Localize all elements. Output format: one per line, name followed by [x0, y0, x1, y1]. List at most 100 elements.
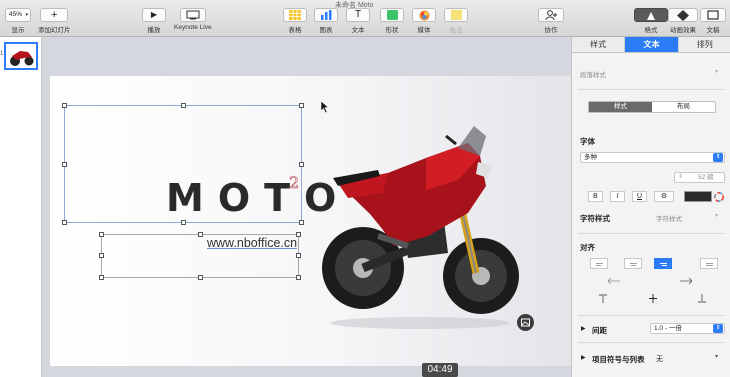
slide-number: 1	[0, 51, 4, 57]
justify-button[interactable]	[700, 258, 718, 269]
chevron-down-icon: ▾	[715, 69, 719, 75]
resize-handle[interactable]	[62, 220, 67, 225]
resize-handle[interactable]	[181, 220, 186, 225]
comment-button[interactable]: 批注	[444, 8, 468, 34]
document-label: 文稿	[706, 27, 720, 34]
align-bottom-icon[interactable]	[698, 294, 706, 303]
resize-handle[interactable]	[299, 103, 304, 108]
paragraph-style-label: 段落样式	[580, 72, 606, 79]
font-header: 字体	[580, 137, 595, 146]
resize-handle[interactable]	[99, 275, 104, 280]
color-wheel-icon[interactable]	[714, 192, 724, 202]
align-middle-icon[interactable]	[649, 294, 657, 303]
document-button[interactable]: 文稿	[700, 8, 726, 34]
font-family-popup[interactable]: 多种 ⇕	[580, 152, 725, 163]
play-label: 播放	[147, 27, 161, 34]
paintbrush-icon	[647, 12, 655, 20]
media-button[interactable]: 媒体	[412, 8, 436, 34]
tab-arrange[interactable]: 排列	[678, 37, 730, 52]
text-icon: T	[354, 9, 362, 20]
format-inspector: 样式 文本 排列 段落样式 ▾ 样式 布局 字体 多种 ⇕ 52 磅 ⇕ B I…	[571, 37, 730, 377]
chevron-updown-icon: ⇕	[713, 153, 723, 162]
play-button[interactable]: ▶ 播放	[142, 8, 166, 34]
chevron-updown-icon: ⇕	[713, 324, 723, 333]
resize-handle[interactable]	[62, 162, 67, 167]
zoom-control[interactable]: 45% ▾ 显示	[5, 8, 31, 34]
resize-handle[interactable]	[296, 253, 301, 258]
add-slide-button[interactable]: + 添加幻灯片	[38, 8, 71, 34]
slide-navigator: 1	[0, 37, 42, 377]
resize-handle[interactable]	[181, 103, 186, 108]
resize-handle[interactable]	[99, 232, 104, 237]
increase-indent-icon[interactable]	[680, 277, 692, 285]
chevron-down-icon: ▾	[715, 213, 719, 219]
resize-handle[interactable]	[62, 103, 67, 108]
tab-text[interactable]: 文本	[625, 37, 679, 52]
segment-style[interactable]: 样式	[589, 102, 652, 112]
character-style-popup[interactable]: 字符样式	[656, 213, 682, 223]
collaborate-button[interactable]: 协作	[538, 8, 564, 34]
media-label: 媒体	[417, 27, 431, 34]
segment-layout[interactable]: 布局	[652, 102, 715, 112]
italic-button[interactable]: I	[610, 191, 625, 202]
font-size-field[interactable]: 52 磅 ⇕	[674, 172, 725, 183]
keynote-live-button[interactable]: Keynote Live	[174, 8, 212, 31]
underline-button[interactable]: U	[632, 191, 647, 202]
resize-handle[interactable]	[296, 275, 301, 280]
alignment-header: 对齐	[580, 243, 595, 252]
text-button[interactable]: T 文本	[346, 8, 370, 34]
comment-label: 批注	[449, 27, 463, 34]
text-options-button[interactable]: ⚙	[654, 191, 674, 202]
chart-icon	[321, 10, 332, 20]
align-center-button[interactable]	[624, 258, 642, 269]
align-top-icon[interactable]	[599, 294, 607, 303]
divider	[578, 315, 725, 316]
divider	[578, 342, 725, 343]
format-label: 格式	[644, 27, 658, 34]
slide-canvas: MOTO 2 www.nboffice.cn	[42, 37, 571, 377]
animate-button[interactable]: 动画效果	[668, 8, 698, 34]
shape-icon	[386, 10, 398, 20]
style-layout-segmented[interactable]: 样式 布局	[588, 101, 716, 113]
decrease-indent-icon[interactable]	[608, 277, 620, 285]
image-replace-button[interactable]	[517, 314, 534, 331]
shape-button[interactable]: 形状	[380, 8, 404, 34]
text-color-well[interactable]	[684, 191, 712, 202]
align-right-button[interactable]	[654, 258, 672, 269]
spacing-popup[interactable]: 1.0 - 一倍 ⇕	[650, 323, 725, 334]
stepper-icon: ⇕	[678, 174, 684, 180]
text-label: 文本	[351, 27, 365, 34]
document-icon	[707, 10, 719, 20]
table-label: 表格	[288, 27, 302, 34]
font-size-value: 52 磅	[698, 174, 714, 181]
slide-thumbnail[interactable]	[4, 42, 38, 70]
resize-handle[interactable]	[198, 232, 203, 237]
resize-handle[interactable]	[99, 253, 104, 258]
title-superscript[interactable]: 2	[288, 173, 299, 193]
motorcycle-thumbnail	[10, 51, 34, 66]
slide-url-text[interactable]: www.nboffice.cn	[207, 236, 297, 250]
resize-handle[interactable]	[198, 275, 203, 280]
resize-handle[interactable]	[299, 220, 304, 225]
slide[interactable]: MOTO 2 www.nboffice.cn	[50, 76, 571, 366]
divider	[578, 89, 725, 90]
motorcycle-image[interactable]	[308, 118, 528, 330]
character-style-label: 字符样式	[580, 214, 610, 223]
toolbar: 未命名 Moto 45% ▾ 显示 + 添加幻灯片 ▶ 播放 Keynote Li…	[0, 0, 730, 37]
image-icon	[521, 318, 530, 327]
table-button[interactable]: 表格	[283, 8, 307, 34]
tab-style[interactable]: 样式	[572, 37, 626, 52]
spacing-value: 1.0 - 一倍	[654, 325, 682, 332]
bullets-popup[interactable]: 无	[656, 354, 663, 364]
align-left-button[interactable]	[590, 258, 608, 269]
resize-handle[interactable]	[299, 162, 304, 167]
disclosure-triangle-icon[interactable]: ▶	[581, 354, 586, 361]
font-family-value: 多种	[584, 154, 597, 161]
bold-button[interactable]: B	[588, 191, 603, 202]
disclosure-triangle-icon[interactable]: ▶	[581, 325, 586, 332]
chart-button[interactable]: 图表	[314, 8, 338, 34]
shape-label: 形状	[385, 27, 399, 34]
table-icon	[289, 10, 301, 20]
format-button[interactable]: 格式	[634, 8, 668, 34]
paragraph-style-popup[interactable]: 段落样式	[580, 69, 606, 79]
